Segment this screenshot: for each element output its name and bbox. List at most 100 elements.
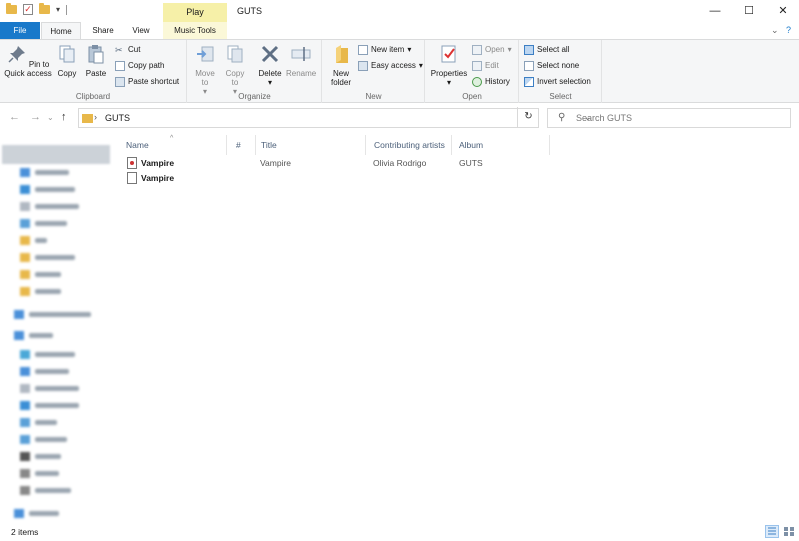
pin-icon <box>8 46 25 63</box>
new-folder-button[interactable]: New folder <box>327 44 355 87</box>
column-header-album[interactable]: Album <box>451 135 550 155</box>
breadcrumb-current[interactable]: GUTS <box>105 113 130 123</box>
file-row[interactable]: Vampire <box>122 171 552 186</box>
large-icons-view-icon[interactable] <box>782 525 796 538</box>
details-view-icon[interactable] <box>765 525 779 538</box>
new-group: New folder New item ▾ Easy access ▾ New <box>323 40 425 103</box>
delete-x-icon <box>261 45 279 63</box>
search-placeholder: Search GUTS <box>576 113 633 123</box>
history-label: History <box>485 77 510 86</box>
move-to-icon <box>197 46 214 62</box>
history-button[interactable]: History <box>472 76 510 88</box>
document-file-icon <box>127 172 137 184</box>
nav-item[interactable] <box>20 348 75 360</box>
properties-label: Properties <box>430 69 468 78</box>
nav-item[interactable] <box>20 416 57 428</box>
delete-button[interactable]: Delete ▾ <box>256 44 284 87</box>
navigation-pane[interactable] <box>0 140 112 520</box>
file-row[interactable]: Vampire Vampire Olivia Rodrigo GUTS <box>122 156 552 171</box>
copy-path-button[interactable]: Copy path <box>115 60 164 72</box>
copy-to-icon <box>227 45 243 63</box>
new-item-button[interactable]: New item ▾ <box>358 44 411 56</box>
nav-item[interactable] <box>20 234 47 246</box>
file-title: Vampire <box>260 158 292 168</box>
nav-item[interactable] <box>20 365 69 377</box>
copy-to-button[interactable]: Copy to ▾ <box>222 44 248 96</box>
nav-item[interactable] <box>20 450 61 462</box>
nav-item[interactable] <box>14 308 91 320</box>
breadcrumb-chevron-icon[interactable]: › <box>94 112 97 122</box>
select-all-button[interactable]: Select all <box>524 44 569 56</box>
up-arrow-icon[interactable]: ↑ <box>61 111 67 123</box>
help-icon[interactable]: ? <box>786 25 791 35</box>
nav-item[interactable] <box>20 467 59 479</box>
customize-toolbar-dropdown-icon[interactable]: ▾ <box>56 5 60 14</box>
tab-view[interactable]: View <box>124 22 158 39</box>
recent-locations-chevron-icon[interactable]: ⌄ <box>47 113 54 122</box>
ribbon-tabs: File Home Share View Music Tools ⌄ ? <box>0 22 799 39</box>
forward-arrow-icon[interactable]: → <box>30 111 41 123</box>
nav-item[interactable] <box>14 507 59 519</box>
file-name: Vampire <box>141 173 175 183</box>
nav-item[interactable] <box>20 382 79 394</box>
new-item-icon <box>358 45 368 55</box>
paste-button[interactable]: Paste <box>84 44 108 78</box>
column-header-title[interactable]: Title <box>253 135 366 155</box>
nav-item[interactable] <box>20 251 75 263</box>
open-label: Open <box>485 45 505 54</box>
search-input[interactable]: ⚲ Search GUTS <box>547 108 791 128</box>
paste-shortcut-label: Paste shortcut <box>128 77 180 86</box>
nav-item[interactable] <box>20 200 79 212</box>
select-none-button[interactable]: Select none <box>524 60 579 72</box>
column-header-name[interactable]: Name ^ <box>118 135 227 155</box>
toolbar-separator <box>66 4 68 15</box>
address-bar[interactable]: › GUTS ⌄ <box>78 108 592 128</box>
nav-item[interactable] <box>14 329 53 341</box>
minimize-button[interactable]: — <box>698 0 732 22</box>
paste-shortcut-button[interactable]: Paste shortcut <box>115 76 179 88</box>
nav-item[interactable] <box>20 166 69 178</box>
tab-home[interactable]: Home <box>41 22 81 39</box>
edit-button[interactable]: Edit <box>472 60 499 72</box>
nav-item[interactable] <box>20 433 67 445</box>
collapse-ribbon-icon[interactable]: ⌄ <box>771 25 779 36</box>
paste-icon <box>88 45 104 64</box>
easy-access-button[interactable]: Easy access ▾ <box>358 60 423 72</box>
nav-item[interactable] <box>20 399 79 411</box>
invert-selection-button[interactable]: Invert selection <box>524 76 591 88</box>
copy-icon <box>59 45 75 63</box>
status-bar: 2 items <box>0 522 799 541</box>
new-folder-icon[interactable] <box>39 3 50 14</box>
tab-share[interactable]: Share <box>86 22 120 39</box>
nav-item[interactable] <box>20 183 75 195</box>
cut-button[interactable]: ✂ Cut <box>115 44 140 56</box>
clipboard-group: Pin to Quick access Copy Paste ✂ Cut Cop… <box>0 40 187 103</box>
file-name: Vampire <box>141 158 175 168</box>
column-header-artists[interactable]: Contributing artists <box>366 135 452 155</box>
rename-button[interactable]: Rename <box>286 44 316 78</box>
pin-to-quick-access-button[interactable]: Pin to Quick access <box>4 44 52 78</box>
close-button[interactable]: ✕ <box>766 0 799 22</box>
open-icon <box>472 45 482 55</box>
move-to-button[interactable]: Move to ▾ <box>192 44 218 96</box>
tab-music-tools[interactable]: Music Tools <box>163 22 227 39</box>
address-row: ← → ⌄ ↑ › GUTS ⌄ ↻ ⚲ Search GUTS <box>0 107 799 130</box>
nav-item[interactable] <box>20 217 67 229</box>
nav-quick-access[interactable] <box>2 145 110 164</box>
maximize-button[interactable]: ☐ <box>732 0 766 22</box>
back-arrow-icon[interactable]: ← <box>9 111 20 123</box>
refresh-icon[interactable]: ↻ <box>517 107 539 127</box>
paste-label: Paste <box>85 69 107 78</box>
copy-button[interactable]: Copy <box>55 44 79 78</box>
tab-file[interactable]: File <box>0 22 40 39</box>
properties-button[interactable]: Properties ▾ <box>429 44 469 87</box>
properties-check-icon[interactable]: ✓ <box>23 4 33 15</box>
nav-item[interactable] <box>20 268 61 280</box>
nav-item[interactable] <box>20 285 61 297</box>
column-header-number[interactable]: # <box>228 135 256 155</box>
nav-item[interactable] <box>20 484 71 496</box>
new-group-label: New <box>365 92 382 101</box>
history-clock-icon <box>472 77 482 87</box>
edit-icon <box>472 61 482 71</box>
open-button[interactable]: Open ▾ <box>472 44 512 56</box>
